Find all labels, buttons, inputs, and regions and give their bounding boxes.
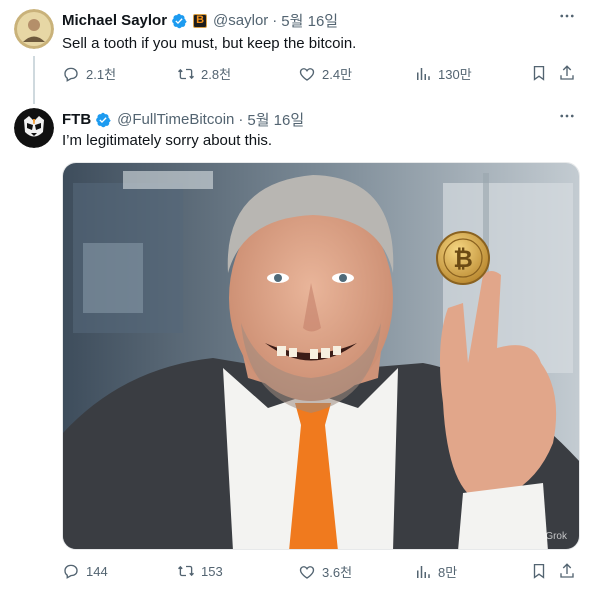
avatar-saylor[interactable]: [14, 9, 54, 49]
retweet-button[interactable]: 2.8천: [177, 64, 231, 83]
like-button[interactable]: 2.4만: [298, 64, 352, 83]
reply-button[interactable]: 2.1천: [62, 64, 116, 83]
author-name[interactable]: FTB: [62, 111, 91, 128]
action-bar: 2.1천 2.8천 2.4만 130만: [62, 64, 576, 86]
verified-badge-icon: [96, 112, 111, 127]
retweet-count: 153: [201, 563, 223, 579]
more-icon[interactable]: [558, 7, 576, 30]
retweet-count: 2.8천: [201, 67, 232, 82]
like-button[interactable]: 3.6천: [298, 562, 352, 581]
thread-line: [33, 56, 35, 104]
verified-badge-icon: [172, 13, 187, 28]
heart-icon: [299, 565, 315, 579]
tweet-photo[interactable]: ₿ Grok: [62, 162, 580, 550]
action-bar: 144 153 3.6천 8만: [62, 562, 576, 584]
bookmark-button[interactable]: [530, 562, 548, 580]
more-icon[interactable]: [558, 107, 576, 130]
affiliate-badge[interactable]: B: [193, 13, 208, 28]
separator-dot: ·: [238, 111, 244, 128]
like-count: 3.6천: [322, 565, 353, 580]
share-button[interactable]: [558, 562, 576, 580]
watermark: Grok: [545, 531, 567, 542]
svg-text:₿: ₿: [453, 246, 473, 273]
reply-icon: [64, 67, 78, 82]
reply-count: 2.1천: [86, 67, 117, 82]
views-count: 8만: [438, 565, 458, 580]
tweet-header: FTB @FullTimeBitcoin · 5월 16일: [62, 109, 304, 130]
bookmark-icon: [533, 65, 545, 81]
separator-dot: ·: [272, 12, 278, 29]
views-count: 130만: [438, 67, 472, 82]
author-handle[interactable]: @saylor: [213, 12, 268, 29]
tweet-text: I’m legitimately sorry about this.: [62, 132, 273, 149]
reply-button[interactable]: 144: [62, 562, 108, 580]
retweet-button[interactable]: 153: [177, 562, 223, 580]
reply-icon: [64, 564, 78, 579]
share-icon: [560, 563, 574, 578]
bookmark-icon: [533, 563, 545, 579]
avatar-ftb[interactable]: [14, 108, 54, 148]
retweet-icon: [178, 565, 194, 577]
share-icon: [560, 65, 574, 80]
views-button[interactable]: 130만: [414, 64, 472, 83]
reply-count: 144: [86, 563, 108, 579]
views-icon: [417, 565, 430, 578]
share-button[interactable]: [558, 64, 576, 82]
author-name[interactable]: Michael Saylor: [62, 12, 167, 29]
author-handle[interactable]: @FullTimeBitcoin: [117, 111, 234, 128]
like-count: 2.4만: [322, 67, 353, 82]
tweet-saylor[interactable]: Michael Saylor B @saylor · 5월 16일 Sell a…: [0, 0, 590, 104]
views-button[interactable]: 8만: [414, 562, 457, 581]
bookmark-button[interactable]: [530, 64, 548, 82]
heart-icon: [299, 67, 315, 81]
views-icon: [417, 67, 430, 80]
tweet-header: Michael Saylor B @saylor · 5월 16일: [62, 10, 338, 31]
tweet-text: Sell a tooth if you must, but keep the b…: [62, 35, 357, 52]
tweet-date[interactable]: 5월 16일: [281, 10, 338, 31]
retweet-icon: [178, 68, 194, 79]
tweet-date[interactable]: 5월 16일: [247, 109, 304, 130]
watermark-text: Grok: [545, 531, 567, 542]
